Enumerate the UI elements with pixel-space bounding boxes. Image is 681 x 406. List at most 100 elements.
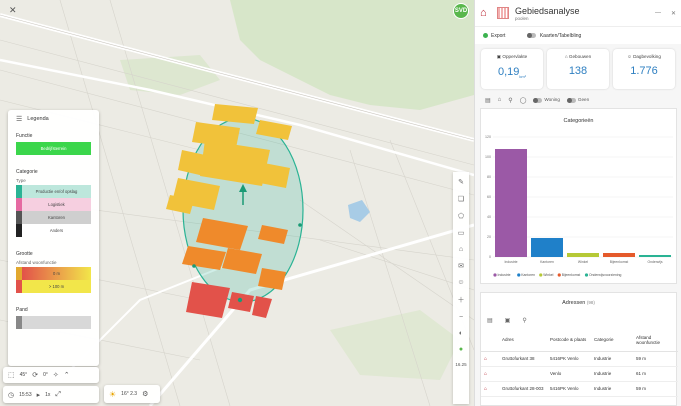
fullscreen-icon[interactable]: ⤢ <box>55 391 61 399</box>
legend-item: Kantoren <box>16 211 91 224</box>
table-row[interactable]: ⌂ Venlo Industrie 61 m <box>481 366 678 382</box>
cell-postcode: 5416PK Venlo <box>547 351 591 367</box>
pencil-icon[interactable]: ✎ <box>458 178 464 186</box>
clock-icon[interactable]: ◷ <box>8 391 14 399</box>
layers-icon[interactable]: ❏ <box>458 195 464 203</box>
panel-toolbar: Export Kaarten/Tabelbling <box>475 26 681 44</box>
address-table: Adres Postcode & plaats Categorie Afstan… <box>481 329 678 397</box>
chart-title: Categorieën <box>563 118 594 124</box>
time-value[interactable]: 15:53 <box>19 392 32 398</box>
kpi-card: ▣ Oppervlakte 0,19km² <box>481 49 543 89</box>
table-row[interactable]: ⌂ Gruttofurkant 28-003 5416PK Venlo Indu… <box>481 381 678 397</box>
filter-label: Geen <box>577 97 590 103</box>
sun-icon[interactable]: ☀ <box>109 390 116 399</box>
cell-postcode: Venlo <box>547 366 591 382</box>
sun-value[interactable]: 16° 2.3 <box>121 391 137 397</box>
export-icon <box>483 33 488 38</box>
chat-icon[interactable]: ✉ <box>458 262 464 270</box>
forest-area <box>230 0 474 110</box>
kpi-card: ☺ Dagbevolking 1.776 <box>613 49 675 89</box>
area-icon: ▣ <box>496 54 502 59</box>
cell-address <box>499 366 547 382</box>
ellipse-handle[interactable] <box>237 297 243 303</box>
time-toolbar: ◷ 15:53 ▸ 1x ⤢ <box>3 386 99 403</box>
close-icon[interactable]: ✕ <box>9 5 17 16</box>
polygon-icon[interactable]: ⬠ <box>458 212 464 220</box>
table-icon[interactable]: ▤ <box>485 97 491 104</box>
user-icon[interactable]: ☺ <box>457 279 464 286</box>
col-header[interactable]: Afstand woonfunctie <box>633 329 678 352</box>
house-icon: ⌂ <box>481 351 499 367</box>
house-icon: ⌂ <box>481 381 499 397</box>
x-tick-label: Winkel <box>578 260 588 264</box>
cell-address: Gruttofurkant 28-003 <box>499 381 547 397</box>
legend-item-label: Productie en/of opslag <box>22 185 91 198</box>
table-row[interactable]: ⌂ Gruttofurkant 38 5416PK Venlo Industri… <box>481 351 678 367</box>
export-label: Export <box>491 32 506 39</box>
panel-header: ⌂ Gebiedsanalyse poolen — ✕ <box>475 0 681 26</box>
ellipse-handle[interactable] <box>298 223 302 227</box>
bar <box>603 253 635 257</box>
speed-value[interactable]: 1x <box>45 392 50 398</box>
bar <box>495 149 527 257</box>
map-icon[interactable]: ⚲ <box>522 317 526 324</box>
toggle-switch[interactable] <box>527 32 537 38</box>
rotate-icon[interactable]: ⟳ <box>32 371 38 379</box>
view-toggle[interactable]: Kaarten/Tabelbling <box>527 33 581 39</box>
building-icon: ⌂ <box>564 54 568 59</box>
view-angle[interactable]: 45° <box>20 372 28 378</box>
compass-icon[interactable]: ✧ <box>53 371 59 379</box>
legend-label: Winkel <box>543 273 553 277</box>
image-icon[interactable]: ▣ <box>505 317 511 324</box>
filter-woning[interactable]: Woning <box>533 97 560 103</box>
legend-item: Bedrijfsterrein <box>16 142 91 155</box>
legend-section-subtitle: Type <box>16 178 26 183</box>
cube-icon[interactable]: ⬚ <box>8 371 15 379</box>
view-pitch[interactable]: 0° <box>43 372 48 378</box>
col-header[interactable]: Adres <box>499 329 547 352</box>
kpi-label: Dagbevolking <box>633 54 661 59</box>
table-icon[interactable]: ▤ <box>487 317 493 324</box>
active-tool-icon[interactable]: ● <box>459 346 463 353</box>
map-view[interactable]: ✕ SVD ☰ Legenda Functie Bedrijfsterrein … <box>0 0 474 406</box>
category-chart: Categorieën 0 20 40 60 80 100 120 Industrie Kant… <box>480 108 677 284</box>
sun-toolbar: ☀ 16° 2.3 ⚙ <box>104 385 160 403</box>
cell-category: Industrie <box>591 366 633 382</box>
building-filter-icon[interactable]: ⌂ <box>498 97 502 103</box>
y-tick-label: 40 <box>487 215 491 219</box>
bar <box>531 238 563 257</box>
contrast-icon[interactable]: ◐ <box>459 330 463 337</box>
legend-item: 0 m <box>16 267 91 280</box>
col-header[interactable]: Postcode & plaats <box>547 329 591 352</box>
circle-icon[interactable]: ◯ <box>520 97 527 104</box>
avatar[interactable]: SVD <box>453 3 469 19</box>
export-button[interactable]: Export <box>483 33 505 39</box>
close-icon[interactable]: ✕ <box>671 10 676 17</box>
legend-section-subtitle: Afstand woonfunctie <box>16 260 57 265</box>
y-tick-label: 0 <box>489 255 491 259</box>
collapse-icon[interactable]: ⌃ <box>64 371 70 379</box>
panel-title: Gebiedsanalyse <box>515 5 580 16</box>
col-header[interactable]: Categorie <box>591 329 633 352</box>
zoom-out-icon[interactable]: − <box>459 314 463 321</box>
grid-icon <box>497 7 509 19</box>
y-tick-label: 100 <box>485 155 491 159</box>
minimize-icon[interactable]: — <box>655 10 661 17</box>
zoom-level: 16.25 <box>455 362 467 367</box>
bar <box>639 255 671 257</box>
x-tick-label: Onderwijs <box>647 260 662 264</box>
filter-geen[interactable]: Geen <box>566 97 590 103</box>
cell-distance: 61 m <box>633 366 678 382</box>
play-icon[interactable]: ▸ <box>37 391 41 399</box>
legend-item: > 100 m <box>16 280 91 293</box>
ruler-icon[interactable]: ▭ <box>458 229 465 237</box>
home-icon[interactable]: ⌂ <box>459 246 463 253</box>
ellipse-handle[interactable] <box>192 264 196 268</box>
zoom-in-icon[interactable]: ＋ <box>458 295 465 305</box>
house-icon: ⌂ <box>480 6 487 19</box>
pin-icon[interactable]: ⚲ <box>508 97 512 104</box>
cell-category: Industrie <box>591 351 633 367</box>
settings-icon[interactable]: ⚙ <box>142 390 148 398</box>
legend-section-title: Categorie <box>16 169 38 175</box>
legend-item-label: Kantoren <box>22 211 91 224</box>
